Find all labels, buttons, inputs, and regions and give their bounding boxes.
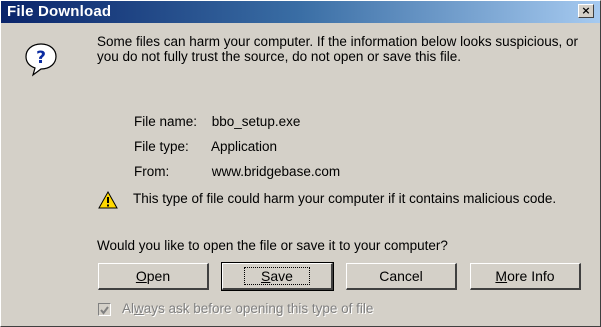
title-bar[interactable]: File Download × xyxy=(1,1,600,23)
save-accel: S xyxy=(261,268,271,284)
warning-icon xyxy=(98,191,118,209)
always-ask-label-pre: Al xyxy=(122,301,135,316)
more-info-label-rest: ore Info xyxy=(507,268,555,284)
file-name-row: File name: bbo_setup.exe xyxy=(134,114,300,129)
file-from-row: From: www.bridgebase.com xyxy=(134,164,340,179)
file-type-value: Application xyxy=(211,139,278,154)
window-title: File Download xyxy=(7,3,112,20)
close-button[interactable]: × xyxy=(578,4,594,18)
open-or-save-question: Would you like to open the file or save … xyxy=(97,238,448,253)
always-ask-label: Always ask before opening this type of f… xyxy=(122,301,373,316)
question-icon: ? xyxy=(25,43,57,77)
file-download-dialog: File Download × ? Some files can harm yo… xyxy=(0,0,601,327)
open-label-rest: pen xyxy=(146,268,171,284)
checkmark-icon xyxy=(100,306,109,315)
file-from-label: From: xyxy=(134,164,170,179)
warning-message: This type of file could harm your comput… xyxy=(133,191,557,206)
more-info-button[interactable]: More Info xyxy=(470,263,581,290)
file-from-value: www.bridgebase.com xyxy=(211,164,341,179)
cancel-label: Cancel xyxy=(379,268,423,284)
always-ask-checkbox[interactable] xyxy=(98,303,111,316)
svg-text:?: ? xyxy=(36,48,46,68)
more-info-accel: M xyxy=(495,268,508,284)
save-focus-rect: Save xyxy=(244,267,310,285)
cancel-button[interactable]: Cancel xyxy=(346,263,457,290)
open-button[interactable]: Open xyxy=(98,263,209,290)
always-ask-accel: w xyxy=(134,301,144,316)
save-button[interactable]: Save xyxy=(221,262,334,291)
close-icon: × xyxy=(581,4,591,17)
open-accel: O xyxy=(135,268,147,284)
file-name-label: File name: xyxy=(134,114,198,129)
always-ask-label-post: ays ask before opening this type of file xyxy=(143,301,374,316)
file-type-label: File type: xyxy=(134,139,189,154)
save-label-rest: ave xyxy=(270,268,293,284)
file-name-value: bbo_setup.exe xyxy=(211,114,301,129)
file-type-row: File type: Application xyxy=(134,139,277,154)
security-message: Some files can harm your computer. If th… xyxy=(97,34,578,64)
